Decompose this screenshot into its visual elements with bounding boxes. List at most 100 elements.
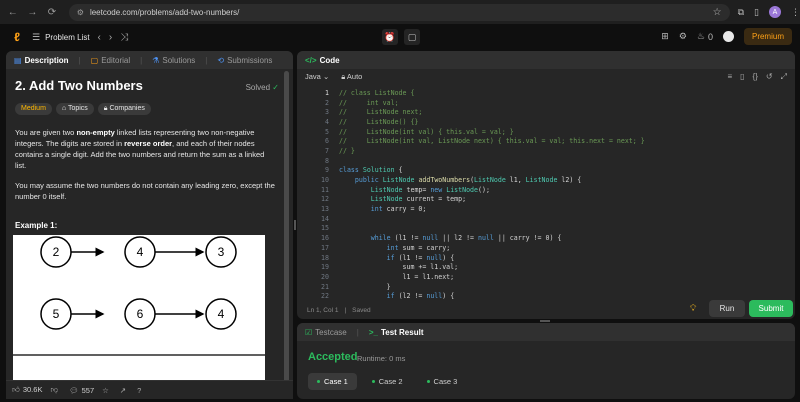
companies-tag[interactable]: 🔒︎ Companies (97, 103, 151, 115)
auto-mode-toggle[interactable]: 🔒︎ Auto (341, 72, 362, 82)
submit-button[interactable]: Submit (749, 300, 793, 317)
code-line[interactable]: 2 // int val; (297, 98, 795, 108)
code-line[interactable]: 1 // class ListNode { (297, 88, 795, 98)
topics-tag[interactable]: ⌂ Topics (55, 103, 94, 115)
code-line[interactable]: 9 class Solution { (297, 166, 795, 176)
tab-solutions[interactable]: ⚗ Solutions (152, 56, 195, 65)
description-paragraph: You are given two non-empty linked lists… (15, 127, 277, 171)
code-line[interactable]: 3 // ListNode next; (297, 107, 795, 117)
timer-icon[interactable]: ⏰ (382, 29, 398, 45)
code-header: </> Code (297, 51, 795, 69)
leetcode-logo-icon[interactable]: ℓ (10, 30, 24, 44)
code-line[interactable]: 10 public ListNode addTwoNumbers(ListNod… (297, 175, 795, 185)
reload-icon[interactable]: ⟳ (45, 7, 59, 18)
line-text: // class ListNode { (339, 88, 415, 97)
address-bar[interactable]: ⚙ leetcode.com/problems/add-two-numbers/… (68, 3, 730, 21)
user-avatar[interactable] (722, 31, 734, 42)
node-value: 4 (218, 307, 225, 321)
code-panel: </> Code Java ⌄ 🔒︎ Auto ≡ ▯ {} ↺ ⤢ 1 // cl… (297, 51, 795, 319)
code-line[interactable]: 19 sum += l1.val; (297, 262, 795, 272)
code-editor[interactable]: 1 // class ListNode {2 // int val; 3 // List… (297, 88, 795, 301)
test-tabs: ☑ Testcase | >_ Test Result (297, 323, 795, 341)
tab-submissions[interactable]: ⟲ Submissions (217, 56, 272, 65)
notes-icon[interactable]: ▢ (404, 29, 420, 45)
back-icon[interactable]: ← (6, 7, 20, 18)
code-line[interactable]: 6 // ListNode(int val, ListNode next) { t… (297, 136, 795, 146)
line-number: 14 (321, 214, 329, 223)
tab-test-result[interactable]: >_ Test Result (369, 328, 424, 337)
line-number: 2 (325, 98, 329, 107)
code-line[interactable]: 14 (297, 214, 795, 224)
language-select[interactable]: Java ⌄ (305, 72, 329, 81)
horizontal-resize-handle[interactable] (540, 320, 550, 322)
comments-button[interactable]: 💬︎ 557 (69, 386, 94, 395)
tab-testcase-label: Testcase (315, 327, 347, 337)
case-tab[interactable]: Case 1 (308, 373, 357, 390)
scrollbar[interactable] (284, 71, 289, 399)
code-line[interactable]: 4 // ListNode() {} (297, 117, 795, 127)
tab-description[interactable]: ▤ Description (14, 56, 69, 65)
code-line[interactable]: 11 ListNode temp= new ListNode(); (297, 185, 795, 195)
shuffle-icon[interactable]: ⤨ (120, 32, 128, 43)
like-button[interactable]: 👍︎ 30.6K (12, 385, 42, 395)
profile-avatar[interactable]: A (769, 6, 781, 18)
line-text: int carry = 0; (370, 205, 427, 214)
code-line[interactable]: 12 ListNode current = temp; (297, 195, 795, 205)
menu-icon[interactable]: ⋮ (791, 7, 800, 18)
code-line[interactable]: 17 int sum = carry; (297, 243, 795, 253)
format-icon[interactable]: ≡ (727, 72, 732, 82)
help-icon[interactable]: ? (137, 386, 141, 395)
forward-icon[interactable]: → (26, 7, 40, 18)
code-line[interactable]: 8 (297, 156, 795, 166)
code-line[interactable]: 7 // } (297, 146, 795, 156)
tab-divider: | (140, 55, 143, 65)
code-line[interactable]: 18 if (l1 != null) { (297, 253, 795, 263)
star-icon[interactable]: ☆ (102, 386, 109, 395)
code-line[interactable]: 5 // ListNode(int val) { this.val = val; … (297, 127, 795, 137)
code-line[interactable]: 20 l1 = l1.next; (297, 272, 795, 282)
pass-dot-icon (371, 380, 375, 383)
case-tab[interactable]: Case 3 (418, 373, 467, 390)
topics-label: Topics (67, 105, 88, 112)
vertical-resize-handle[interactable] (294, 220, 296, 230)
code-line[interactable]: 21 } (297, 282, 795, 292)
reset-icon[interactable]: ↺ (766, 72, 773, 82)
bookmark-star-icon[interactable]: ☆ (713, 7, 722, 18)
problem-list-button[interactable]: ☰ Problem List (32, 32, 90, 43)
line-number: 15 (321, 224, 329, 233)
line-text: int sum = carry; (386, 243, 451, 252)
premium-button[interactable]: Premium (743, 28, 792, 45)
run-button[interactable]: Run (709, 300, 745, 317)
streak-counter[interactable]: ♨ 0 (697, 31, 713, 42)
site-info-icon[interactable]: ⚙ (77, 8, 84, 17)
tab-testcase[interactable]: ☑ Testcase (305, 328, 347, 337)
fullscreen-icon[interactable]: ⤢ (781, 72, 787, 82)
code-line[interactable]: 15 (297, 224, 795, 234)
sidebar-icon[interactable]: ▯ (754, 7, 759, 18)
line-text: while (l1 != null || l2 != null || carry… (370, 234, 562, 243)
checkbox-icon: ☑ (305, 327, 313, 337)
tab-divider: | (356, 327, 359, 337)
companies-label: Companies (109, 105, 145, 112)
layout-icon[interactable]: ⊞ (661, 31, 669, 42)
tab-code[interactable]: </> Code (305, 56, 340, 65)
braces-icon[interactable]: {} (753, 72, 758, 82)
flame-icon: ♨ (696, 31, 705, 41)
share-icon[interactable]: ↗ (120, 386, 126, 395)
dislike-button[interactable]: 👎︎ (50, 385, 61, 395)
line-number: 7 (325, 146, 329, 155)
tab-editorial[interactable]: ▢ Editorial (91, 56, 130, 65)
prev-problem-icon[interactable]: ‹ (98, 32, 101, 43)
code-line[interactable]: 13 int carry = 0; (297, 204, 795, 214)
node: 2 (40, 236, 72, 268)
bookmark-icon[interactable]: ▯ (740, 72, 744, 82)
next-problem-icon[interactable]: › (109, 32, 112, 43)
extensions-icon[interactable]: ⧉ (738, 7, 744, 18)
case-tab[interactable]: Case 2 (363, 373, 412, 390)
lightbulb-icon[interactable]: 💡︎ (690, 303, 696, 314)
settings-icon[interactable]: ⚙ (679, 31, 687, 42)
comment-count: 557 (81, 385, 95, 395)
code-line[interactable]: 16 while (l1 != null || l2 != null || ca… (297, 233, 795, 243)
thumbs-down-icon: 👎︎ (50, 385, 59, 394)
problem-title[interactable]: 2. Add Two Numbers (15, 78, 284, 93)
